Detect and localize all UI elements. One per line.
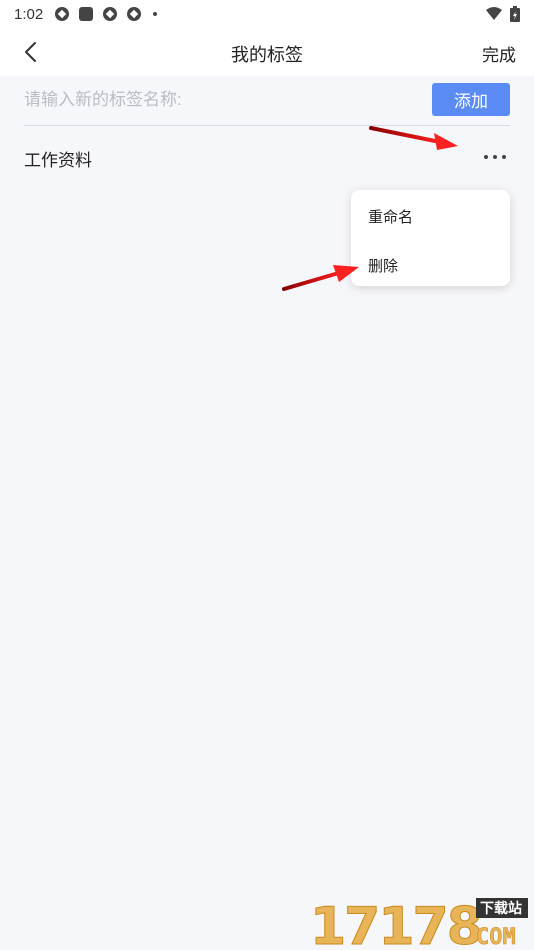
watermark-number: 17178 <box>310 897 481 948</box>
more-dot <box>502 155 506 159</box>
done-button[interactable]: 完成 <box>482 41 516 66</box>
tag-list-item[interactable]: 工作资料 <box>24 135 510 181</box>
delete-menu-item[interactable]: 删除 <box>368 255 398 276</box>
rename-menu-item[interactable]: 重命名 <box>368 206 413 227</box>
tag-name: 工作资料 <box>24 150 92 170</box>
app-notification-icon <box>79 7 94 21</box>
status-bar: 1:02 <box>0 0 534 28</box>
tag-name-input[interactable] <box>24 84 414 116</box>
notification-icon <box>127 7 142 21</box>
status-time: 1:02 <box>14 5 44 23</box>
more-dot <box>493 155 497 159</box>
more-dot <box>484 155 488 159</box>
add-tag-row: 添加 <box>24 76 510 126</box>
watermark-logo: 17178 下载站 COM <box>310 896 530 950</box>
page-title: 我的标签 <box>231 45 303 65</box>
battery-icon <box>510 6 520 22</box>
wifi-icon <box>486 7 502 20</box>
more-options-button[interactable] <box>484 149 506 165</box>
context-menu: 重命名 删除 <box>351 190 510 286</box>
watermark-label: 下载站 <box>480 900 522 917</box>
notification-icon <box>55 7 70 21</box>
arrow-to-delete <box>282 265 359 291</box>
more-notifications-dot <box>153 12 158 16</box>
watermark-domain: COM <box>476 925 516 948</box>
add-button[interactable]: 添加 <box>432 83 510 116</box>
notification-icon <box>103 7 118 21</box>
header: 我的标签 完成 <box>0 28 534 76</box>
